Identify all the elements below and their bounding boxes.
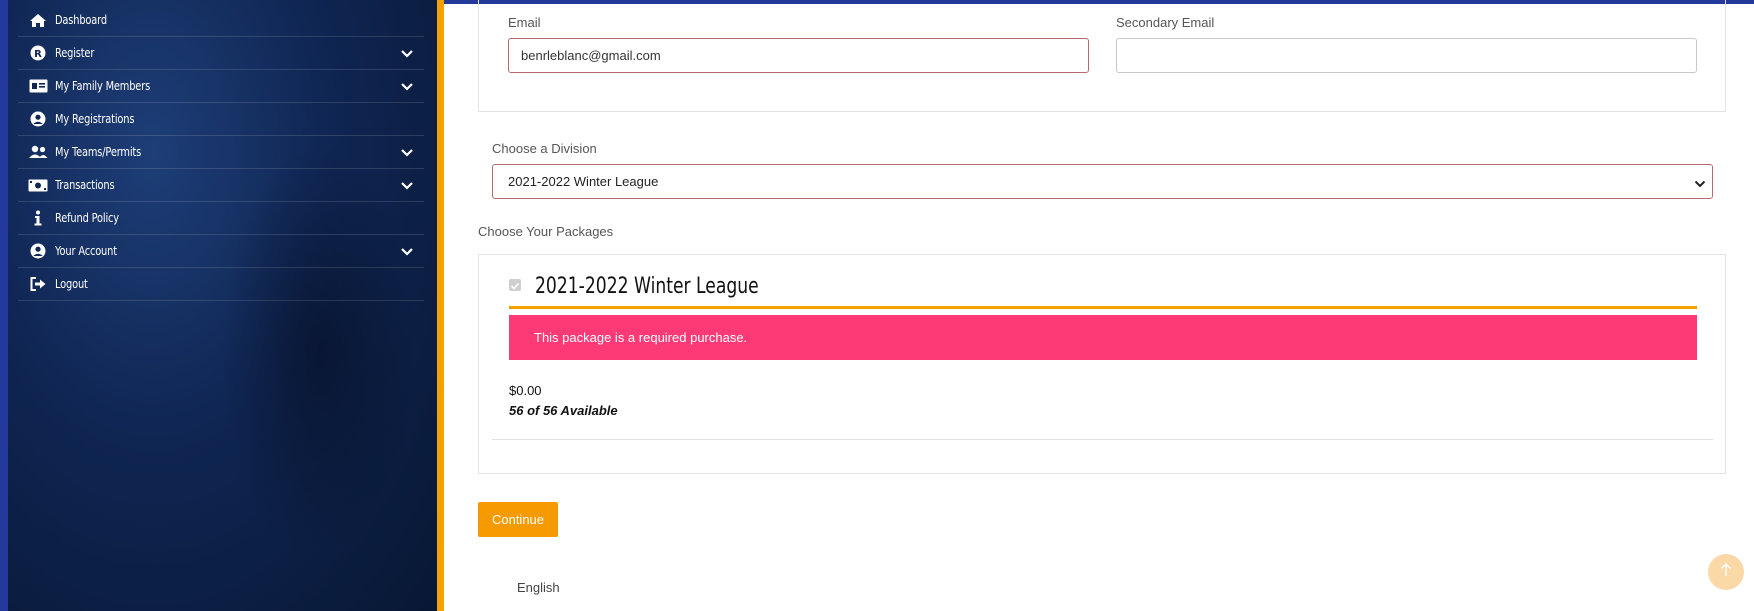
packages-label: Choose Your Packages [478,224,614,239]
chevron-down-icon[interactable] [400,146,414,158]
required-package-alert: This package is a required purchase. [509,315,1697,360]
sidebar-item-dashboard[interactable]: Dashboard [18,4,424,37]
sidebar-item-label: Transactions [55,178,115,192]
sidebar-item-label: Logout [55,277,88,291]
sidebar-item-label: Register [55,46,95,60]
user-circle-icon [28,111,48,127]
package-availability: 56 of 56 Available [509,403,618,418]
language-selector[interactable]: English [517,580,560,595]
arrow-up-icon [1720,562,1732,582]
continue-button[interactable]: Continue [478,502,558,537]
sidebar-item-transactions[interactable]: Transactions [18,169,424,202]
division-select[interactable]: 2021-2022 Winter League [492,164,1713,199]
sidebar-item-my-registrations[interactable]: My Registrations [18,103,424,136]
sidebar-item-label: My Teams/Permits [55,145,142,159]
secondary-email-field[interactable] [1116,38,1697,73]
sidebar-item-refund-policy[interactable]: Refund Policy [18,202,424,235]
logout-icon [28,276,48,292]
chevron-down-icon[interactable] [400,47,414,59]
sidebar-item-register[interactable]: R Register [18,37,424,70]
chevron-down-icon[interactable] [400,179,414,191]
division-label: Choose a Division [492,141,597,156]
sidebar-item-label: My Family Members [55,79,151,93]
alert-text: This package is a required purchase. [534,330,748,345]
sidebar-item-label: Your Account [55,244,117,258]
sidebar-accent-bar [437,0,444,611]
info-icon [28,210,48,226]
chevron-down-icon [1694,177,1706,188]
users-icon [28,144,48,160]
package-price: $0.00 [509,383,542,398]
chevron-down-icon[interactable] [400,80,414,92]
chevron-down-icon[interactable] [400,245,414,257]
svg-text:R: R [34,49,42,60]
sidebar-item-label: My Registrations [55,112,135,126]
user-circle-icon [28,243,48,259]
secondary-email-label: Secondary Email [1116,15,1215,30]
sidebar-item-my-family-members[interactable]: My Family Members [18,70,424,103]
sidebar: Dashboard R Register My Family Members M… [0,0,437,611]
package-title-underline [509,306,1697,309]
sidebar-item-label: Refund Policy [55,211,119,225]
sidebar-item-label: Dashboard [55,13,107,27]
sidebar-item-my-teams-permits[interactable]: My Teams/Permits [18,136,424,169]
home-icon [28,12,48,28]
sidebar-item-your-account[interactable]: Your Account [18,235,424,268]
register-icon: R [28,45,48,61]
id-card-icon [28,78,48,94]
money-bill-icon [28,177,48,193]
sidebar-edge [0,0,8,611]
sidebar-item-logout[interactable]: Logout [18,268,424,301]
scroll-to-top-button[interactable] [1708,554,1744,590]
package-title: 2021-2022 Winter League [535,274,759,299]
email-field[interactable]: benrleblanc@gmail.com [508,38,1089,73]
division-selected-value: 2021-2022 Winter League [508,174,659,189]
sidebar-nav: Dashboard R Register My Family Members M… [18,4,424,301]
package-divider [492,439,1713,440]
package-checkbox[interactable] [509,279,521,291]
email-label: Email [508,15,541,30]
